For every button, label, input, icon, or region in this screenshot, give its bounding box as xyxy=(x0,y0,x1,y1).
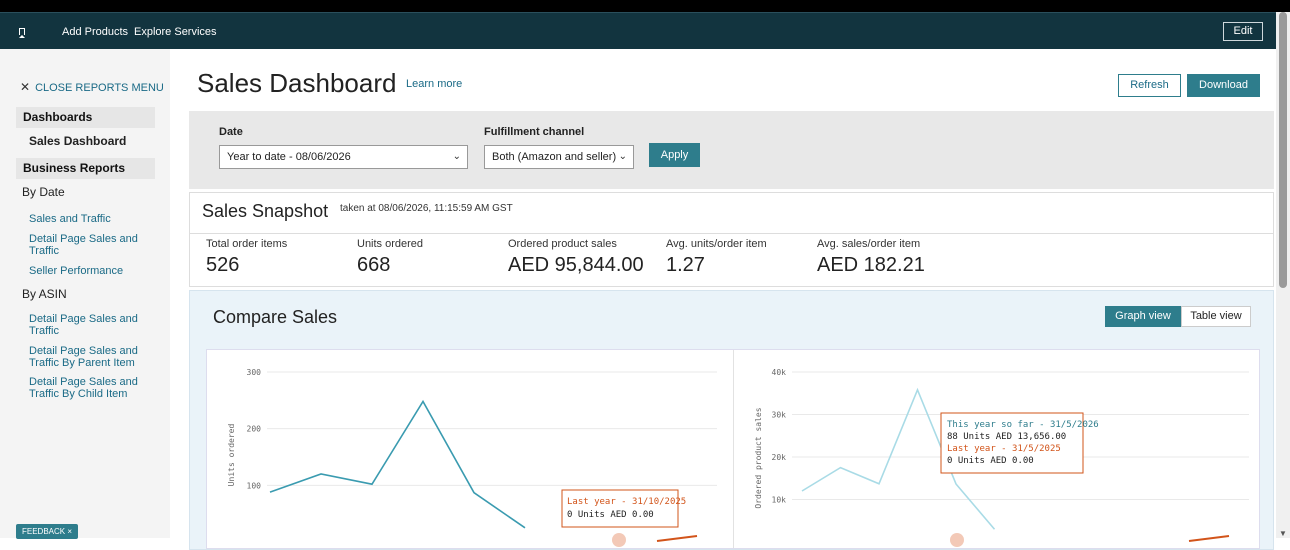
edit-button[interactable]: Edit xyxy=(1223,22,1263,41)
sidebar-link-detail-page-sales-traffic[interactable]: Detail Page Sales and Traffic xyxy=(29,233,154,257)
graph-view-button[interactable]: Graph view xyxy=(1105,306,1181,327)
nav-add-products[interactable]: Add Products xyxy=(62,26,128,38)
units-tooltip-box xyxy=(561,489,679,528)
page-title: Sales Dashboard xyxy=(197,68,397,98)
sales-tooltip-line: 88 Units AED 13,656.00 xyxy=(947,432,1066,442)
date-select[interactable]: Year to date - 08/06/2026 ⌄ xyxy=(219,145,468,169)
units-hover-marker xyxy=(612,533,626,547)
units-ylabel: Units ordered xyxy=(227,424,236,487)
sidebar-section-dashboards: Dashboards xyxy=(16,107,155,128)
filter-panel: Date Year to date - 08/06/2026 ⌄ Fulfill… xyxy=(189,111,1274,189)
apply-button[interactable]: Apply xyxy=(649,143,700,167)
sidebar-section-business-reports: Business Reports xyxy=(16,158,155,179)
sales-tooltip-last-year-line: 0 Units AED 0.00 xyxy=(947,456,1034,466)
sidebar-link-asin-parent-item[interactable]: Detail Page Sales and Traffic By Parent … xyxy=(29,345,154,369)
snapshot-title: Sales Snapshot xyxy=(202,201,329,221)
metric-label-avg-sales: Avg. sales/order item xyxy=(817,238,921,250)
close-menu-label: CLOSE REPORTS MENU xyxy=(35,82,164,94)
bookmark-icon[interactable] xyxy=(19,28,25,38)
fulfillment-channel-value: Both (Amazon and seller) xyxy=(492,151,617,163)
sales-ytick-label: 40k xyxy=(772,368,787,377)
sales-ytick-label: 10k xyxy=(772,496,787,505)
metric-label-ordered-product-sales: Ordered product sales xyxy=(508,238,617,250)
metric-label-total-order-items: Total order items xyxy=(206,238,288,250)
learn-more-link[interactable]: Learn more xyxy=(406,78,462,90)
sales-chart: 40k 30k 20k 10k Ordered product sales This ye… xyxy=(754,368,1249,547)
sidebar-group-by-date: By Date xyxy=(22,185,65,199)
close-icon: ✕ xyxy=(20,80,31,94)
metric-value-units-ordered: 668 xyxy=(357,254,391,276)
metric-label-units-ordered: Units ordered xyxy=(357,238,424,250)
main-content: Sales Dashboard Learn more Refresh Downl… xyxy=(170,49,1276,550)
units-tooltip-line: 0 Units AED 0.00 xyxy=(567,510,654,520)
sales-ytick-label: 20k xyxy=(772,453,787,462)
units-tooltip-title: Last year - 31/10/2025 xyxy=(567,497,686,507)
metric-value-ordered-product-sales: AED 95,844.00 xyxy=(508,254,644,276)
nav-explore-services[interactable]: Explore Services xyxy=(134,26,217,38)
sales-tooltip-last-year-title: Last year - 31/5/2025 xyxy=(947,444,1061,454)
date-select-value: Year to date - 08/06/2026 xyxy=(227,151,351,163)
browser-top-edge xyxy=(0,0,1290,12)
sales-last-year-marker xyxy=(950,533,964,547)
sales-ylabel: Ordered product sales xyxy=(754,407,763,508)
sales-last-year-line xyxy=(1188,535,1230,542)
sidebar-link-seller-performance[interactable]: Seller Performance xyxy=(29,265,154,277)
close-reports-menu-link[interactable]: ✕ CLOSE REPORTS MENU xyxy=(20,80,164,94)
sidebar-link-asin-child-item[interactable]: Detail Page Sales and Traffic By Child I… xyxy=(29,376,154,400)
units-last-year-line xyxy=(656,535,698,542)
sidebar-link-asin-detail-page[interactable]: Detail Page Sales and Traffic xyxy=(29,313,154,337)
units-ytick-label: 300 xyxy=(247,368,262,377)
sales-snapshot-panel: Sales Snapshot taken at 08/06/2026, 11:1… xyxy=(189,192,1274,287)
units-ytick-label: 200 xyxy=(247,425,262,434)
scrollbar-thumb[interactable] xyxy=(1279,12,1287,288)
snapshot-timestamp: taken at 08/06/2026, 11:15:59 AM GST xyxy=(340,203,513,214)
table-view-button[interactable]: Table view xyxy=(1181,306,1251,327)
metric-label-avg-units: Avg. units/order item xyxy=(666,238,767,250)
metric-value-total-order-items: 526 xyxy=(206,254,240,276)
download-button[interactable]: Download xyxy=(1187,74,1260,97)
top-navigation-bar: Add Products Explore Services Edit xyxy=(0,12,1290,49)
metric-value-avg-sales: AED 182.21 xyxy=(817,254,925,276)
chevron-down-icon: ⌄ xyxy=(452,151,461,162)
compare-sales-title: Compare Sales xyxy=(213,307,338,327)
units-series-line xyxy=(269,399,526,529)
page-scrollbar[interactable]: ▼ xyxy=(1276,12,1290,538)
sales-ytick-label: 30k xyxy=(772,411,787,420)
charts-container: 300 200 100 Units ordered Last year - 31/10/… xyxy=(206,349,1260,549)
sales-tooltip-title: This year so far - 31/5/2026 xyxy=(947,420,1099,430)
sidebar-link-sales-and-traffic[interactable]: Sales and Traffic xyxy=(29,213,154,225)
reports-sidebar: ✕ CLOSE REPORTS MENU Dashboards Sales Das… xyxy=(0,49,170,539)
sidebar-group-by-asin: By ASIN xyxy=(22,287,67,301)
chevron-down-icon: ⌄ xyxy=(618,151,627,162)
feedback-button[interactable]: FEEDBACK × xyxy=(16,524,79,539)
sidebar-item-sales-dashboard[interactable]: Sales Dashboard xyxy=(29,134,126,148)
refresh-button[interactable]: Refresh xyxy=(1118,74,1181,97)
date-filter-label: Date xyxy=(219,126,243,138)
fulfillment-channel-label: Fulfillment channel xyxy=(484,126,585,138)
snapshot-header: Sales Snapshot taken at 08/06/2026, 11:1… xyxy=(190,193,1273,234)
compare-sales-panel: Compare Sales Graph view Table view 300 2… xyxy=(189,290,1274,550)
metric-value-avg-units: 1.27 xyxy=(666,254,705,276)
fulfillment-channel-select[interactable]: Both (Amazon and seller) ⌄ xyxy=(484,145,634,169)
units-ytick-label: 100 xyxy=(247,481,262,490)
scroll-down-arrow-icon[interactable]: ▼ xyxy=(1279,529,1287,538)
units-ordered-chart: 300 200 100 Units ordered Last year - 31/10/… xyxy=(227,368,717,547)
